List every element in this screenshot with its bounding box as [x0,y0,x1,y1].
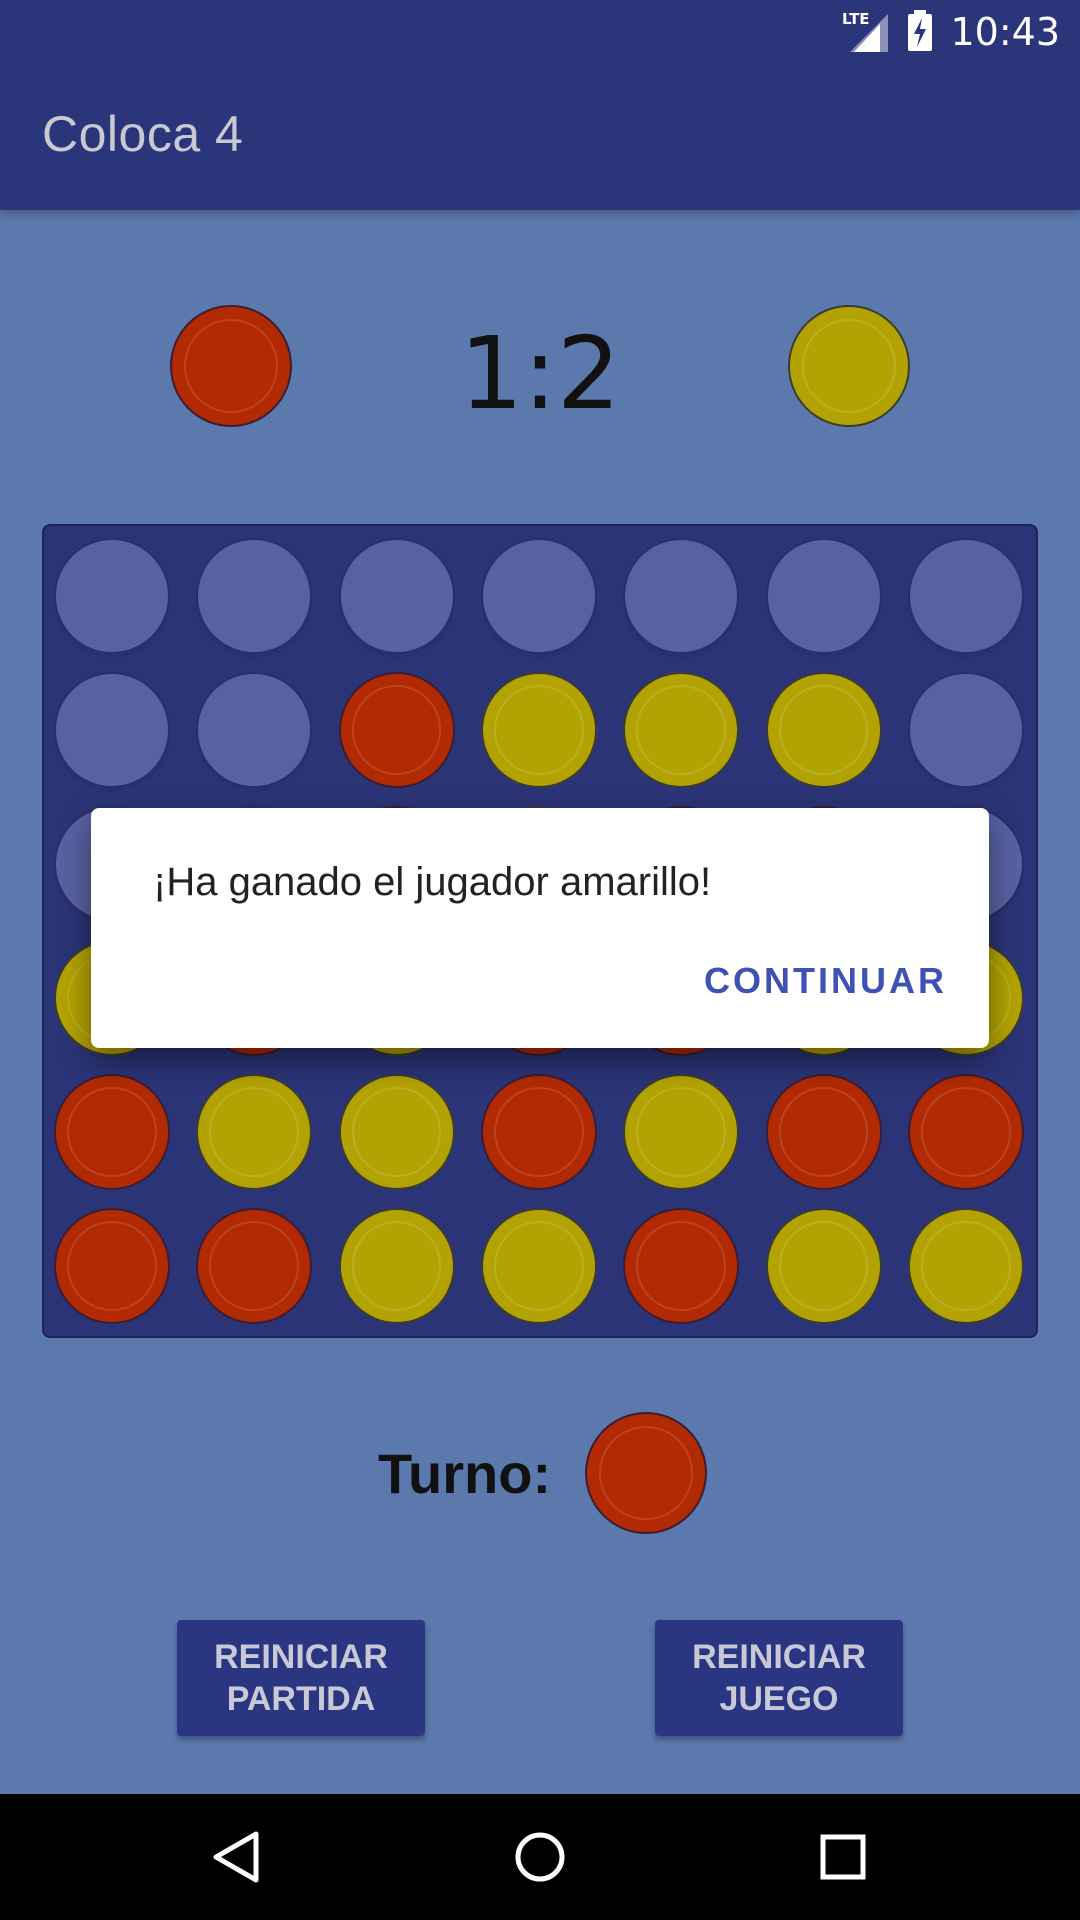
board-slot-r5-c2[interactable] [338,1208,455,1324]
home-icon[interactable] [513,1830,567,1889]
board-slot-r5-c3[interactable] [480,1208,597,1324]
app-title: Coloca 4 [42,106,244,162]
board-slot-r0-c3[interactable] [480,538,597,654]
continue-button[interactable]: CONTINUAR [704,960,947,1002]
player-red-chip [170,305,292,427]
board-slot-r4-c1[interactable] [196,1074,313,1190]
board-slot-r5-c1[interactable] [196,1208,313,1324]
board-slot-r0-c2[interactable] [338,538,455,654]
battery-charging-icon [906,8,934,57]
board-slot-r4-c2[interactable] [338,1074,455,1190]
score-display: 1:2 [459,315,621,432]
board-slot-r0-c4[interactable] [623,538,740,654]
board-slot-r5-c6[interactable] [907,1208,1024,1324]
winner-dialog: ¡Ha ganado el jugador amarillo! CONTINUA… [91,808,989,1048]
restart-match-label-line1: REINICIAR [214,1638,388,1676]
back-icon[interactable] [210,1830,262,1889]
turn-label: Turno: [378,1442,552,1505]
board-slot-r4-c4[interactable] [623,1074,740,1190]
player-yellow-chip [788,305,910,427]
board-slot-r1-c2[interactable] [338,672,455,788]
restart-match-button[interactable]: REINICIAR PARTIDA [177,1620,425,1736]
board-slot-r4-c5[interactable] [765,1074,882,1190]
board-slot-r1-c4[interactable] [623,672,740,788]
restart-game-label-line1: REINICIAR [692,1638,866,1676]
status-icons: LTE 10:43 [840,8,1060,56]
board-slot-r4-c0[interactable] [54,1074,170,1190]
board-slot-r5-c5[interactable] [765,1208,882,1324]
restart-match-label-line2: PARTIDA [226,1680,376,1718]
board-slot-r1-c1[interactable] [196,672,313,788]
board-slot-r1-c3[interactable] [480,672,597,788]
recents-icon[interactable] [818,1832,868,1887]
board-slot-r0-c5[interactable] [765,538,882,654]
board-slot-r1-c0[interactable] [54,672,170,788]
svg-text:LTE: LTE [842,10,870,28]
restart-game-button[interactable]: REINICIAR JUEGO [655,1620,903,1736]
app-bar: Coloca 4 [0,63,1080,210]
board-slot-r0-c6[interactable] [907,538,1024,654]
lte-signal-icon: LTE [840,8,890,57]
board-slot-r4-c3[interactable] [480,1074,597,1190]
turn-chip [585,1412,707,1534]
board-slot-r1-c5[interactable] [765,672,882,788]
board-slot-r5-c0[interactable] [54,1208,170,1324]
board-slot-r1-c6[interactable] [907,672,1024,788]
dialog-message: ¡Ha ganado el jugador amarillo! [153,860,712,904]
board-slot-r4-c6[interactable] [907,1074,1024,1190]
board-slot-r0-c0[interactable] [54,538,170,654]
restart-game-label-line2: JUEGO [719,1680,839,1718]
board-slot-r0-c1[interactable] [196,538,313,654]
board-slot-r5-c4[interactable] [623,1208,740,1324]
clock: 10:43 [950,10,1060,54]
navigation-bar [0,1794,1080,1920]
status-bar: LTE 10:43 [0,0,1080,63]
